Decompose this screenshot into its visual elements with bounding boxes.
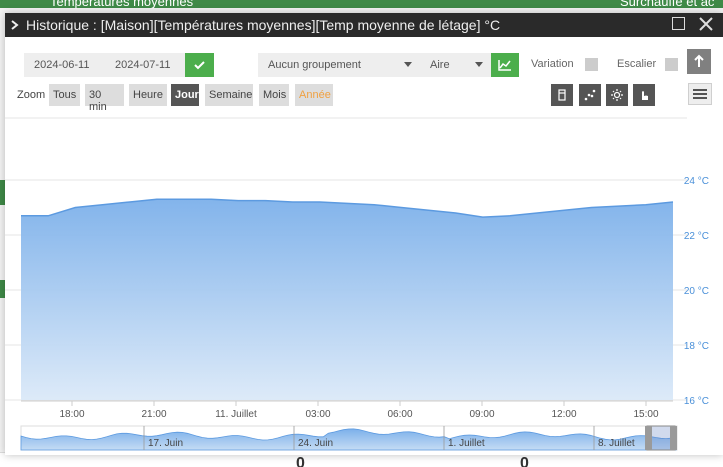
x-tick-label: 15:00 — [633, 409, 658, 420]
stairs-checkbox[interactable] — [665, 58, 678, 71]
data-point — [428, 209, 430, 211]
background-value: 0 — [520, 455, 529, 467]
x-tick-label: 18:00 — [59, 409, 84, 420]
data-point — [482, 216, 484, 218]
sun-icon — [611, 89, 623, 101]
data-point — [563, 209, 565, 211]
caret-down-icon — [475, 62, 483, 67]
data-point — [509, 215, 511, 217]
arrow-up-icon — [694, 54, 704, 67]
data-point — [672, 201, 674, 203]
chart-type-button[interactable] — [491, 53, 519, 77]
chart-type-value: Aire — [430, 59, 450, 71]
data-point — [74, 207, 76, 209]
x-tick-label: 21:00 — [141, 409, 166, 420]
data-point — [156, 198, 158, 200]
data-point — [618, 205, 620, 207]
trend-button[interactable] — [579, 84, 601, 106]
background-tab-label: Températures moyennes — [50, 0, 194, 9]
data-point — [346, 202, 348, 204]
compare-button[interactable] — [551, 84, 573, 106]
data-point — [47, 215, 49, 217]
variation-checkbox[interactable] — [585, 58, 598, 71]
series-area — [21, 199, 673, 400]
hamburger-menu-icon — [693, 89, 707, 99]
zoom-button[interactable]: Tous — [49, 84, 80, 106]
zoom-label: Zoom — [17, 89, 46, 101]
brightness-button[interactable] — [606, 84, 628, 106]
data-point — [20, 215, 22, 217]
zoom-button[interactable]: Heure — [129, 84, 167, 106]
caret-down-icon — [404, 62, 412, 67]
calendar-icon — [558, 89, 566, 101]
close-icon[interactable] — [697, 15, 715, 33]
data-point — [645, 204, 647, 206]
pointer-button[interactable] — [633, 84, 655, 106]
zoom-button[interactable]: Semaine — [205, 84, 253, 106]
background-tab-label: Surchauffe et ac — [620, 0, 715, 9]
chart-type-select[interactable]: Aire — [420, 53, 491, 77]
export-menu-button[interactable] — [688, 83, 712, 105]
x-tick-label: 09:00 — [469, 409, 494, 420]
stairs-label: Escalier — [617, 58, 657, 70]
x-tick-label: 11. Juillet — [215, 409, 257, 420]
history-chart[interactable]: 24 °C 22 °C 20 °C 18 °C 16 °C 18:00 21:00 11. J… — [5, 113, 723, 455]
start-date-input[interactable]: 2024-06-11 — [24, 53, 106, 77]
scatter-icon — [584, 89, 596, 101]
data-point — [183, 198, 185, 200]
data-point — [292, 201, 294, 203]
grouping-value: Aucun groupement — [268, 59, 361, 71]
navigator-handle[interactable] — [670, 426, 677, 450]
chevron-right-icon[interactable] — [9, 16, 21, 34]
y-tick-label: 20 °C — [684, 286, 709, 297]
y-tick-label: 24 °C — [684, 176, 709, 187]
data-point — [210, 198, 212, 200]
navigator-tick-label: 17. Juin — [148, 438, 183, 449]
data-point — [400, 207, 402, 209]
navigator-tick-label: 8. Juillet — [598, 438, 635, 449]
y-tick-label: 16 °C — [684, 396, 709, 407]
data-point — [373, 204, 375, 206]
data-point — [536, 212, 538, 214]
data-point — [591, 207, 593, 209]
zoom-button[interactable]: Année — [295, 84, 333, 106]
dialog-title: Historique : [Maison][Températures moyen… — [26, 17, 501, 33]
navigator-tick-label: 1. Juillet — [448, 438, 485, 449]
y-tick-label: 18 °C — [684, 341, 709, 352]
zoom-button[interactable]: Mois — [259, 84, 289, 106]
x-tick-label: 06:00 — [387, 409, 412, 420]
x-tick-label: 03:00 — [305, 409, 330, 420]
x-tick-label: 12:00 — [551, 409, 576, 420]
data-point — [455, 212, 457, 214]
history-dialog: Historique : [Maison][Températures moyen… — [5, 13, 723, 455]
check-icon — [194, 61, 205, 70]
hand-pointer-icon — [642, 91, 648, 100]
data-point — [237, 200, 239, 202]
zoom-button[interactable]: 30 min — [85, 84, 124, 113]
validate-dates-button[interactable] — [185, 53, 214, 77]
data-point — [265, 200, 267, 202]
grouping-select[interactable]: Aucun groupement — [258, 53, 420, 77]
navigator-handle[interactable] — [645, 426, 652, 450]
background-value: 0 — [296, 455, 305, 467]
data-point — [319, 201, 321, 203]
end-date-input[interactable]: 2024-07-11 — [105, 53, 185, 77]
data-point — [102, 204, 104, 206]
maximize-icon[interactable] — [672, 17, 685, 30]
variation-label: Variation — [531, 58, 574, 70]
data-point — [129, 201, 131, 203]
line-chart-icon — [498, 60, 511, 71]
collapse-button[interactable] — [687, 49, 711, 74]
zoom-button[interactable]: Jour — [171, 84, 199, 106]
y-tick-label: 22 °C — [684, 231, 709, 242]
dialog-titlebar: Historique : [Maison][Températures moyen… — [5, 13, 723, 37]
navigator-tick-label: 24. Juin — [298, 438, 333, 449]
